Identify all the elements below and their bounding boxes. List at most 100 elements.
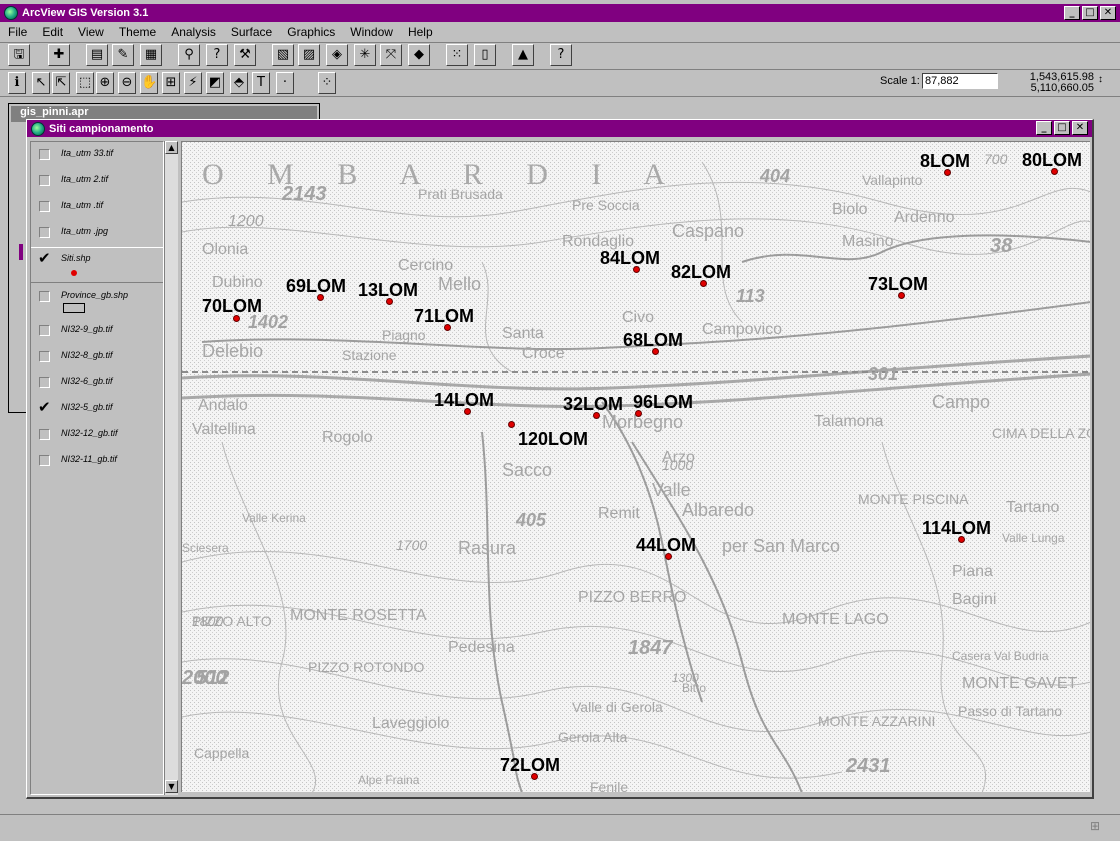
menu-surface[interactable]: Surface xyxy=(223,24,279,42)
map-place-name: Sciesera xyxy=(182,541,229,555)
map-display[interactable]: O M B A R D I A Prati Brusada Pre Soccia… xyxy=(181,141,1090,792)
minimize-button[interactable]: _ xyxy=(1064,6,1080,20)
site-point[interactable] xyxy=(944,169,951,176)
scroll-up-button[interactable]: ▲ xyxy=(165,141,178,154)
site-point[interactable] xyxy=(958,536,965,543)
toc-scrollbar[interactable]: ▲ ▼ xyxy=(164,141,178,795)
previous-extent-icon[interactable]: ◆ xyxy=(408,44,430,66)
site-point[interactable] xyxy=(593,412,600,419)
menu-edit[interactable]: Edit xyxy=(34,24,70,42)
theme-item[interactable]: NI32-6_gb.tif xyxy=(31,371,163,397)
zoom-out-fixed-icon[interactable]: ⤧ xyxy=(380,44,402,66)
site-point[interactable] xyxy=(898,292,905,299)
clear-selection-icon[interactable]: ⁙ xyxy=(446,44,468,66)
theme-checkbox[interactable] xyxy=(39,377,50,388)
menu-graphics[interactable]: Graphics xyxy=(279,24,342,42)
close-button[interactable]: ✕ xyxy=(1100,6,1116,20)
add-theme-icon[interactable]: ✚ xyxy=(48,44,70,66)
site-point[interactable] xyxy=(233,315,240,322)
menu-help[interactable]: Help xyxy=(400,24,440,42)
site-point[interactable] xyxy=(1051,168,1058,175)
zoom-out-icon[interactable]: ⊖ xyxy=(118,72,136,94)
theme-properties-icon[interactable]: ▤ xyxy=(86,44,108,66)
theme-checkbox[interactable] xyxy=(39,175,50,186)
menu-analysis[interactable]: Analysis xyxy=(163,24,223,42)
site-point[interactable] xyxy=(317,294,324,301)
theme-checkbox[interactable] xyxy=(39,149,50,160)
site-label: 70LOM xyxy=(202,296,263,316)
draw-point-icon[interactable]: · xyxy=(276,72,294,94)
text-icon[interactable]: T xyxy=(252,72,270,94)
site-point[interactable] xyxy=(444,324,451,331)
theme-item[interactable]: NI32-12_gb.tif xyxy=(31,423,163,449)
site-point[interactable] xyxy=(633,266,640,273)
scroll-down-button[interactable]: ▼ xyxy=(165,780,178,793)
site-point[interactable] xyxy=(635,410,642,417)
theme-checkbox[interactable] xyxy=(39,455,50,466)
theme-item[interactable]: NI32-9_gb.tif xyxy=(31,319,163,345)
theme-item[interactable]: Ita_utm 2.tif xyxy=(31,169,163,195)
theme-checkbox[interactable] xyxy=(39,201,50,212)
checkmark-icon[interactable]: ✔ xyxy=(38,249,51,267)
view-close-button[interactable]: ✕ xyxy=(1072,121,1088,135)
zoom-to-themes-icon[interactable]: ▧ xyxy=(272,44,294,66)
identify-icon[interactable]: ℹ xyxy=(8,72,26,94)
select-feature-icon[interactable]: ◈ xyxy=(326,44,348,66)
query-icon[interactable]: ? xyxy=(206,44,228,66)
theme-item[interactable]: Ita_utm .tif xyxy=(31,195,163,221)
theme-checkbox[interactable] xyxy=(39,325,50,336)
hotlink-icon[interactable]: ⚡ xyxy=(184,72,202,94)
checkmark-icon[interactable]: ✔ xyxy=(38,398,51,416)
site-point[interactable] xyxy=(531,773,538,780)
view-maximize-button[interactable]: □ xyxy=(1054,121,1070,135)
menu-window[interactable]: Window xyxy=(342,24,400,42)
label-icon[interactable]: ⬘ xyxy=(230,72,248,94)
layout-icon[interactable]: ▯ xyxy=(474,44,496,66)
save-icon[interactable]: 🖫 xyxy=(8,44,30,66)
theme-item[interactable]: ✔ NI32-5_gb.tif xyxy=(31,397,163,423)
site-point[interactable] xyxy=(386,298,393,305)
coord-arrows-icon: ↕ xyxy=(1098,74,1103,85)
vertex-edit-icon[interactable]: ⇱ xyxy=(52,72,70,94)
find-icon[interactable]: ⚲ xyxy=(178,44,200,66)
theme-item[interactable]: Ita_utm 33.tif xyxy=(31,143,163,169)
zoom-to-selected-icon[interactable]: ▨ xyxy=(298,44,320,66)
scale-label: Scale 1: xyxy=(880,75,920,87)
pointer-icon[interactable]: ↖ xyxy=(32,72,50,94)
site-point[interactable] xyxy=(700,280,707,287)
menu-theme[interactable]: Theme xyxy=(111,24,163,42)
site-point[interactable] xyxy=(665,553,672,560)
scale-input[interactable]: 87,882 xyxy=(922,73,998,89)
site-point[interactable] xyxy=(464,408,471,415)
help-icon[interactable]: ? xyxy=(550,44,572,66)
theme-checkbox[interactable] xyxy=(39,227,50,238)
zoom-in-icon[interactable]: ⊕ xyxy=(96,72,114,94)
theme-checkbox[interactable] xyxy=(39,429,50,440)
theme-item[interactable]: NI32-8_gb.tif xyxy=(31,345,163,371)
resize-grip-icon[interactable]: ⊞ xyxy=(1090,819,1106,835)
theme-checkbox[interactable] xyxy=(39,291,50,302)
edit-legend-icon[interactable]: ✎ xyxy=(112,44,134,66)
measure-icon[interactable]: ⊞ xyxy=(162,72,180,94)
hammer-icon[interactable]: ⚒ xyxy=(234,44,256,66)
theme-item-active[interactable]: ✔ Siti.shp xyxy=(31,247,163,283)
area-icon[interactable]: ◩ xyxy=(206,72,224,94)
map-place-name: PIZZO BERRO xyxy=(578,589,686,606)
open-table-icon[interactable]: ▦ xyxy=(140,44,162,66)
menu-file[interactable]: File xyxy=(0,24,34,42)
zoom-in-fixed-icon[interactable]: ✳ xyxy=(354,44,376,66)
site-point[interactable] xyxy=(652,348,659,355)
view-minimize-button[interactable]: _ xyxy=(1036,121,1052,135)
theme-item[interactable]: Province_gb.shp xyxy=(31,285,163,317)
pan-icon[interactable]: ✋ xyxy=(140,72,158,94)
north-arrow-icon[interactable]: ▲ xyxy=(512,44,534,66)
menu-view[interactable]: View xyxy=(70,24,111,42)
maximize-button[interactable]: □ xyxy=(1082,6,1098,20)
map-place-name: Piana xyxy=(952,563,993,580)
theme-checkbox[interactable] xyxy=(39,351,50,362)
theme-item[interactable]: Ita_utm .jpg xyxy=(31,221,163,247)
theme-item[interactable]: NI32-11_gb.tif xyxy=(31,449,163,475)
snap-icon[interactable]: ⁘ xyxy=(318,72,336,94)
site-point[interactable] xyxy=(508,421,515,428)
select-icon[interactable]: ⬚ xyxy=(76,72,94,94)
